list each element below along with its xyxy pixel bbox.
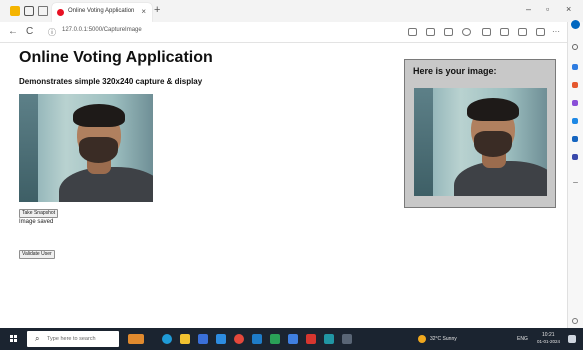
browser-tab-active[interactable]: Online Voting Application ×: [52, 3, 152, 22]
tools-icon[interactable]: [572, 82, 578, 88]
close-window-button[interactable]: ×: [566, 4, 571, 14]
search-sidebar-icon[interactable]: [572, 44, 578, 50]
taskbar-search-placeholder: Type here to search: [47, 336, 96, 342]
outlook-icon[interactable]: [572, 136, 578, 142]
captured-image: [414, 88, 547, 196]
language-indicator[interactable]: ENG: [517, 336, 528, 342]
edge-taskbar-icon[interactable]: [162, 334, 172, 344]
tab-favicon-icon: [57, 9, 64, 16]
windows-start-icon[interactable]: [10, 335, 18, 343]
widgets-icon[interactable]: [128, 334, 144, 344]
minimize-button[interactable]: –: [526, 4, 531, 14]
vscode-icon[interactable]: [252, 334, 262, 344]
maximize-button[interactable]: ▫: [546, 4, 549, 14]
app-icon-blue[interactable]: [288, 334, 298, 344]
site-info-icon[interactable]: ⓘ: [48, 27, 56, 38]
reader-view-icon[interactable]: [444, 28, 453, 36]
office-icon[interactable]: [572, 118, 578, 124]
copilot-icon[interactable]: [571, 20, 580, 29]
take-snapshot-button[interactable]: Take Snapshot: [19, 209, 59, 218]
browser-tab-strip: Online Voting Application × + – ▫ ×: [0, 0, 583, 22]
add-sidebar-app-icon[interactable]: [573, 182, 578, 183]
browser-sidebar: [567, 20, 583, 328]
sidebar-settings-icon[interactable]: [572, 318, 578, 324]
clock-time[interactable]: 10:21: [542, 332, 555, 338]
windows-taskbar: ⌕ Type here to search 32°C Sunny ENG 10:…: [0, 328, 583, 350]
workspaces-icon[interactable]: [10, 6, 20, 16]
weather-text[interactable]: 32°C Sunny: [430, 336, 457, 342]
favorite-star-icon[interactable]: [462, 28, 471, 36]
shopping-icon[interactable]: [572, 64, 578, 70]
address-input[interactable]: 127.0.0.1:5000/CaptureImage: [62, 27, 142, 33]
live-camera-feed: [19, 94, 153, 202]
chrome-icon[interactable]: [234, 334, 244, 344]
mail-icon[interactable]: [216, 334, 226, 344]
collections-toolbar-icon[interactable]: [518, 28, 527, 36]
search-icon: ⌕: [35, 334, 40, 343]
tab-actions-icon[interactable]: [38, 6, 48, 16]
weather-icon[interactable]: [418, 335, 426, 343]
validate-user-button[interactable]: Validate User: [19, 250, 55, 259]
favorites-icon[interactable]: [500, 28, 509, 36]
app-icon-dark[interactable]: [342, 334, 352, 344]
store-icon[interactable]: [198, 334, 208, 344]
more-menu-icon[interactable]: ···: [552, 27, 560, 36]
file-explorer-icon[interactable]: [180, 334, 190, 344]
notifications-icon[interactable]: [568, 335, 576, 343]
captured-image-heading: Here is your image:: [413, 66, 497, 76]
app-icon-red[interactable]: [306, 334, 316, 344]
new-tab-button[interactable]: +: [154, 4, 160, 16]
taskbar-search-box[interactable]: ⌕ Type here to search: [27, 331, 119, 347]
page-subtitle: Demonstrates simple 320x240 capture & di…: [19, 77, 203, 86]
refresh-icon[interactable]: C: [26, 26, 33, 37]
games-icon[interactable]: [572, 100, 578, 106]
drop-icon[interactable]: [572, 154, 578, 160]
tab-title: Online Voting Application: [68, 8, 135, 14]
collections-icon[interactable]: [24, 6, 34, 16]
app-icon-teal[interactable]: [324, 334, 334, 344]
tab-close-icon[interactable]: ×: [141, 7, 146, 16]
snapshot-status-text: Image saved: [19, 219, 54, 225]
extensions-icon[interactable]: [536, 28, 545, 36]
split-screen-icon[interactable]: [482, 28, 491, 36]
clock-date[interactable]: 01-01-2024: [537, 339, 560, 344]
read-aloud-icon[interactable]: [408, 28, 417, 36]
back-icon[interactable]: ←: [8, 26, 18, 37]
page-title: Online Voting Application: [19, 49, 213, 66]
address-bar-row: ← C ⓘ 127.0.0.1:5000/CaptureImage ···: [0, 22, 583, 43]
app-icon-green[interactable]: [270, 334, 280, 344]
zoom-icon[interactable]: [426, 28, 435, 36]
